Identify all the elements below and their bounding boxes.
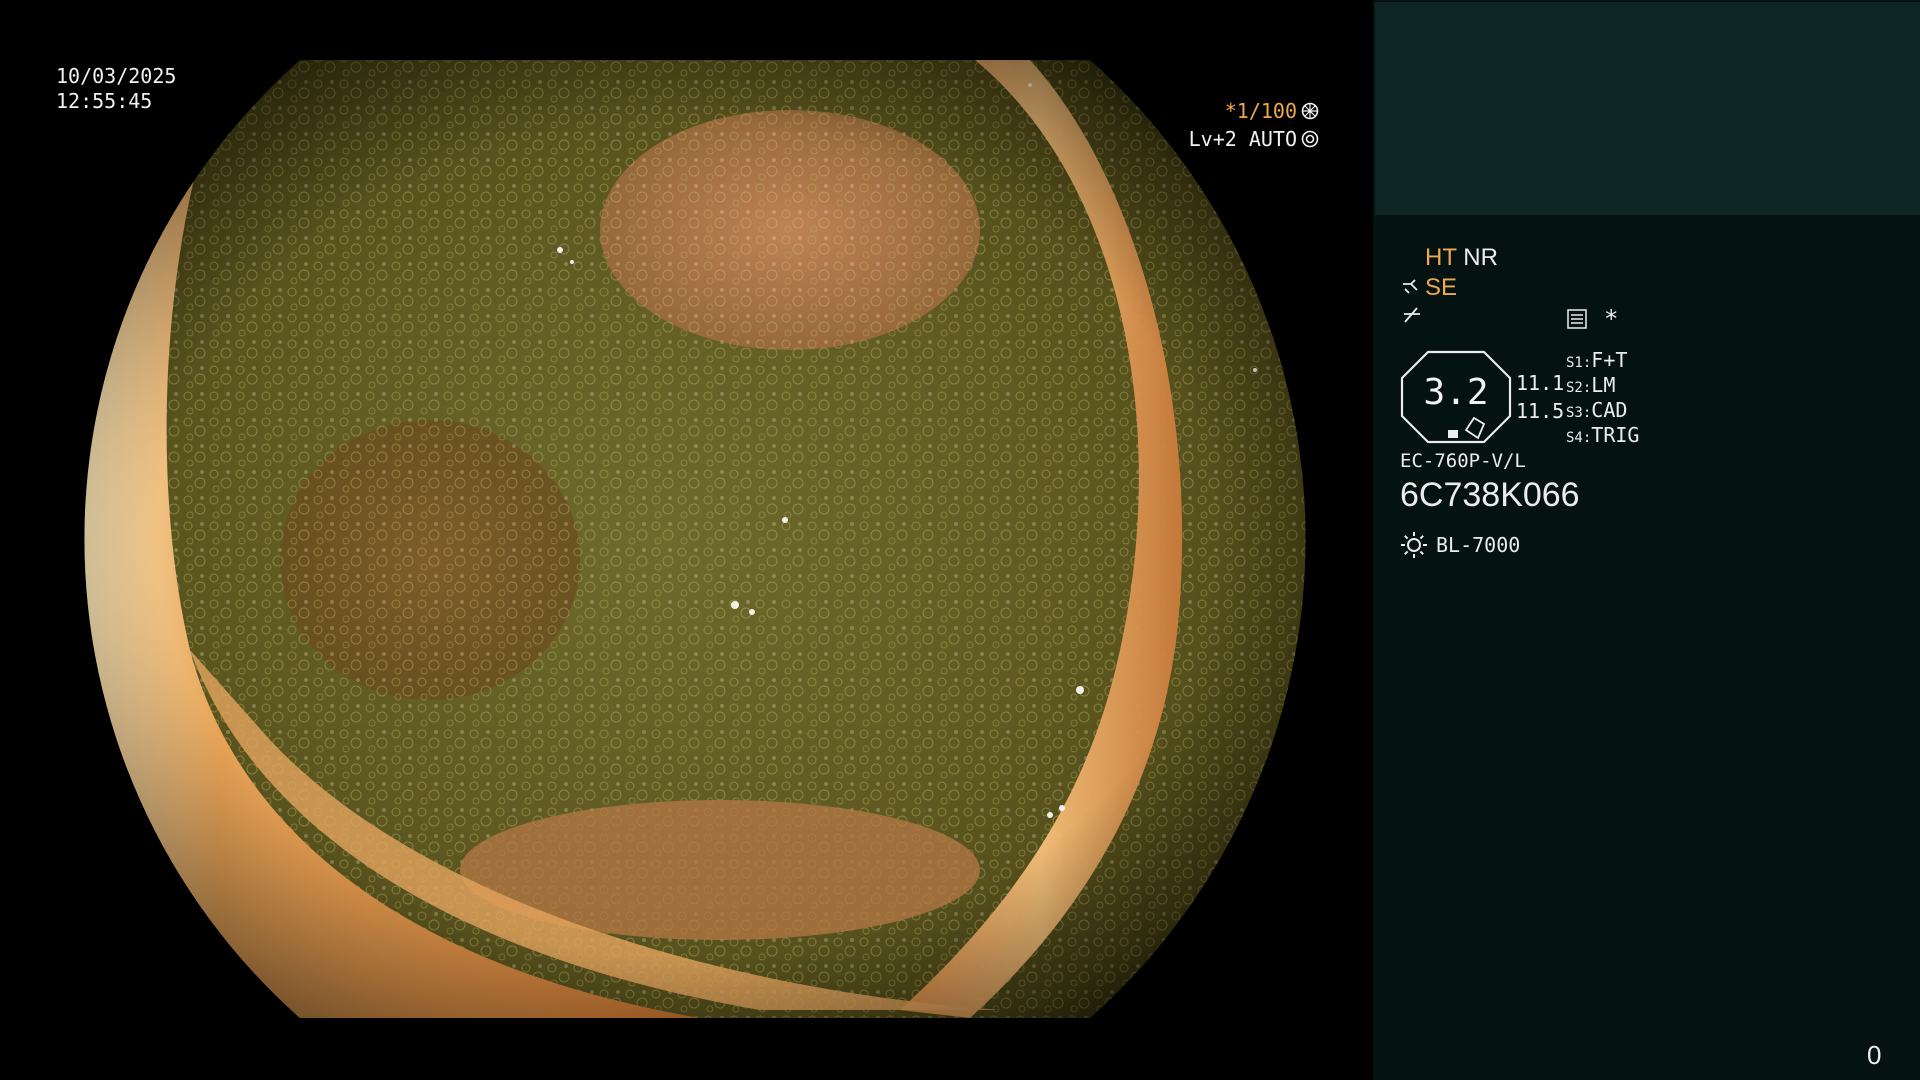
switch-value: CAD: [1591, 398, 1628, 422]
light-source-label: BL-7000: [1436, 533, 1521, 557]
zoom-value: 3.2: [1423, 372, 1489, 413]
endoscopy-screen: 10/03/2025 12:55:45 *1/100 Lv+2 AUTO HT …: [0, 0, 1920, 1080]
switch-s2: S2:LM: [1566, 373, 1615, 397]
switch-key: S3:: [1566, 405, 1592, 421]
aperture-icon: [1301, 102, 1319, 120]
filter-icon: [1404, 307, 1420, 323]
switch-value: LM: [1591, 373, 1616, 397]
scope-model: EC-760P-V/L: [1400, 450, 1526, 472]
shutter-speed-label: *1/100: [1224, 99, 1297, 123]
shutter-indicator: *1/100: [1225, 99, 1319, 123]
switch-value: F+T: [1591, 348, 1628, 372]
iris-level-label: Lv+2 AUTO: [1188, 127, 1297, 151]
settings-star: *: [1604, 305, 1619, 333]
switch-key: S2:: [1566, 380, 1592, 396]
filter-row: [1401, 304, 1423, 332]
measure-value-1: 11.1: [1516, 371, 1565, 395]
structure-enhancement-row: SE: [1401, 274, 1457, 302]
se-label: SE: [1425, 274, 1458, 301]
menu-settings-icon: [1567, 309, 1587, 329]
info-side-panel: HT NR SE * 3.2 11.1 11.5 S1:F+T S2:LM S3…: [1373, 0, 1920, 1080]
date-label: 10/03/2025: [56, 64, 177, 88]
target-icon: [1301, 130, 1319, 148]
image-mode-row: HT NR: [1425, 244, 1498, 272]
scope-serial: 6C738K066: [1400, 476, 1580, 514]
endoscope-video-area: 10/03/2025 12:55:45 *1/100 Lv+2 AUTO: [0, 0, 1373, 1080]
switch-key: S4:: [1566, 430, 1592, 446]
iris-indicator: Lv+2 AUTO: [1189, 127, 1319, 151]
switch-s4: S4:TRIG: [1566, 423, 1639, 447]
date-time-display: 10/03/2025 12:55:45: [56, 64, 176, 114]
nr-label: NR: [1463, 244, 1498, 271]
switch-s1: S1:F+T: [1566, 348, 1627, 372]
settings-row: *: [1566, 305, 1618, 333]
panel-header-area: [1375, 2, 1920, 215]
sun-icon: [1401, 532, 1427, 558]
measure-value-2: 11.5: [1516, 399, 1565, 423]
switch-key: S1:: [1566, 355, 1592, 371]
endoscopic-image: [84, 60, 1306, 1018]
light-source-row: BL-7000: [1400, 531, 1520, 559]
ht-label: HT: [1425, 244, 1457, 271]
frame-counter: 0: [1867, 1040, 1882, 1070]
time-label: 12:55:45: [56, 89, 153, 113]
switch-value: TRIG: [1591, 423, 1640, 447]
switch-s3: S3:CAD: [1566, 398, 1627, 422]
enhancement-icon: [1403, 279, 1418, 294]
